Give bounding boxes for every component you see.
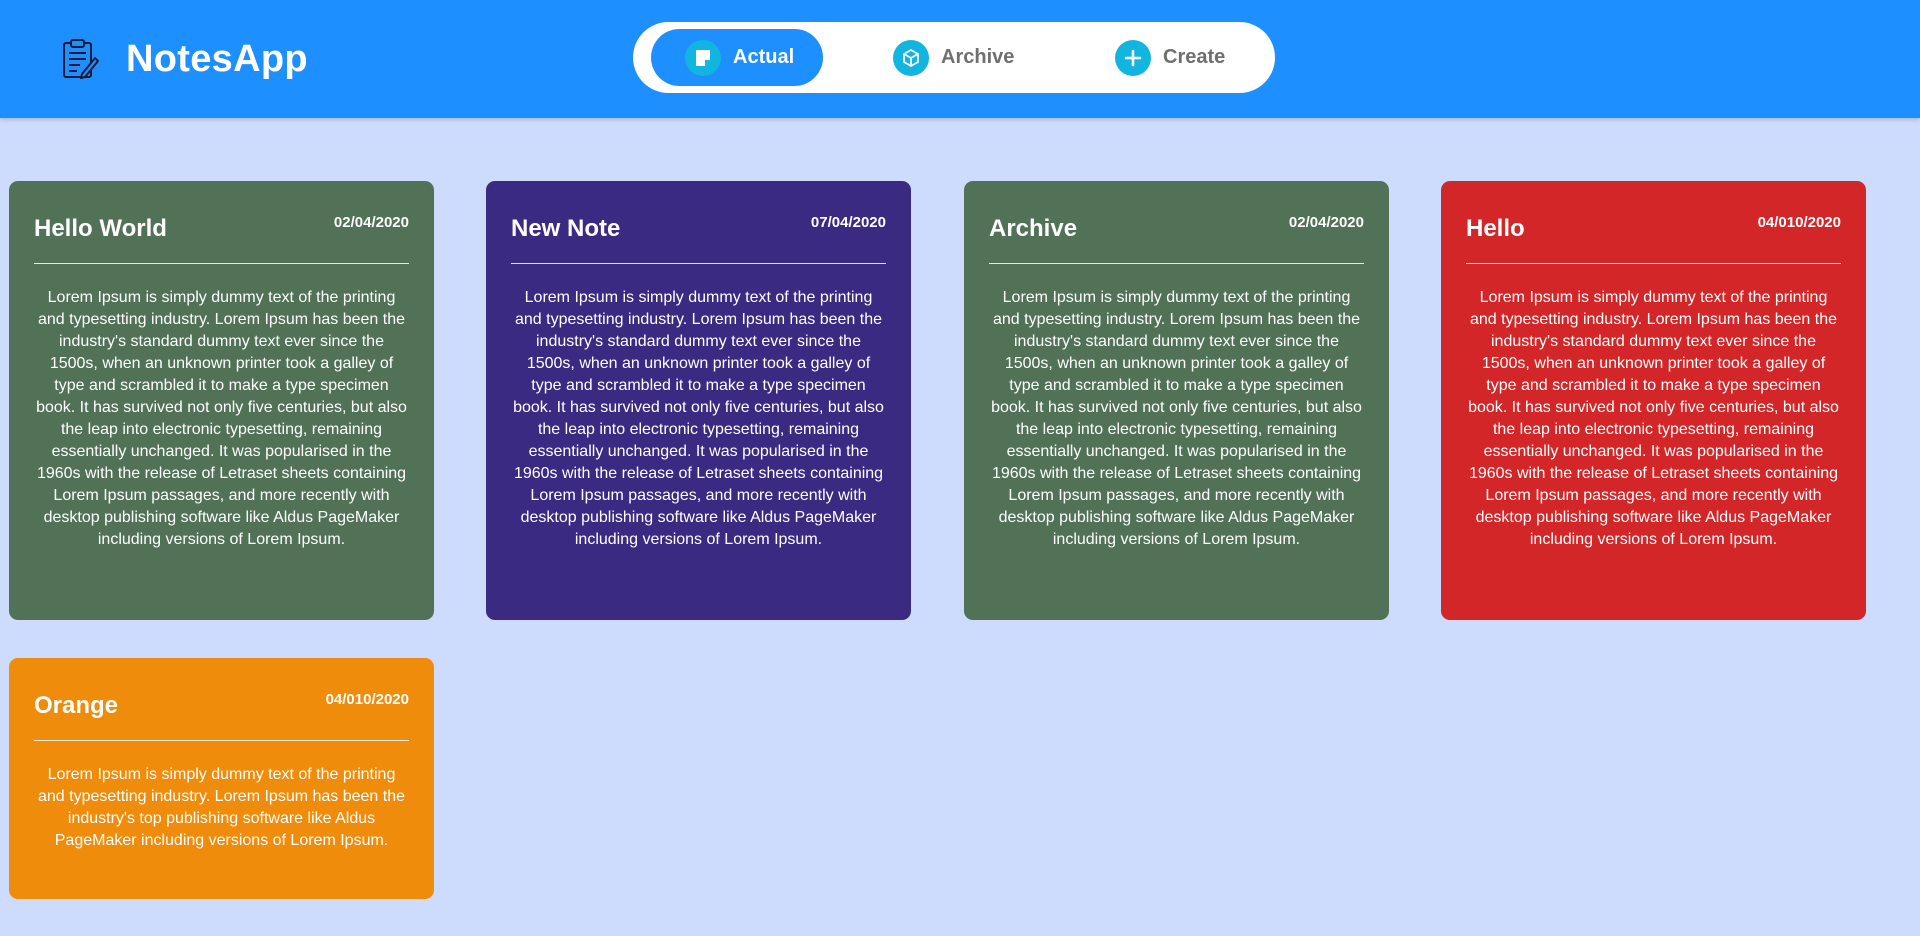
note-body: Lorem Ipsum is simply dummy text of the … — [513, 289, 884, 548]
sticky-note-icon — [685, 39, 721, 76]
nav-actual-button[interactable]: Actual — [651, 29, 823, 86]
note-card[interactable]: Archive 02/04/2020 Lorem Ipsum is simply… — [964, 181, 1389, 620]
note-date: 04/010/2020 — [1757, 214, 1841, 231]
app-header: NotesApp Actual Archive Create — [0, 0, 1920, 118]
nav-archive-label: Archive — [941, 46, 1015, 68]
nav-archive-button[interactable]: Archive — [893, 29, 1053, 86]
note-date: 04/010/2020 — [325, 691, 409, 708]
note-body: Lorem Ipsum is simply dummy text of the … — [1468, 289, 1839, 548]
app-title: NotesApp — [126, 37, 308, 80]
cube-icon — [893, 39, 929, 76]
nav-actual-label: Actual — [733, 46, 795, 68]
nav-create-label: Create — [1163, 46, 1226, 68]
note-card[interactable]: New Note 07/04/2020 Lorem Ipsum is simpl… — [486, 181, 911, 620]
plus-icon — [1115, 39, 1151, 76]
note-divider — [34, 740, 409, 741]
note-title: Hello — [1466, 215, 1525, 242]
note-divider — [511, 263, 886, 264]
note-divider — [1466, 263, 1841, 264]
notepad-icon — [63, 39, 99, 79]
note-title: New Note — [511, 215, 621, 242]
note-date: 02/04/2020 — [333, 214, 409, 231]
note-title: Archive — [989, 215, 1078, 242]
note-body: Lorem Ipsum is simply dummy text of the … — [36, 289, 407, 548]
note-card[interactable]: Orange 04/010/2020 Lorem Ipsum is simply… — [9, 658, 434, 899]
note-card[interactable]: Hello World 02/04/2020 Lorem Ipsum is si… — [9, 181, 434, 620]
note-card[interactable]: Hello 04/010/2020 Lorem Ipsum is simply … — [1441, 181, 1866, 620]
note-date: 07/04/2020 — [810, 214, 886, 231]
note-body: Lorem Ipsum is simply dummy text of the … — [991, 289, 1362, 548]
note-divider — [989, 263, 1364, 264]
brand: NotesApp — [60, 32, 308, 86]
note-body: Lorem Ipsum is simply dummy text of the … — [37, 766, 406, 849]
note-date: 02/04/2020 — [1288, 214, 1364, 231]
nav-create-button[interactable]: Create — [1115, 29, 1265, 86]
main-nav: Actual Archive Create — [633, 22, 1275, 93]
note-title: Hello World — [34, 215, 167, 242]
note-divider — [34, 263, 409, 264]
note-title: Orange — [34, 692, 119, 719]
